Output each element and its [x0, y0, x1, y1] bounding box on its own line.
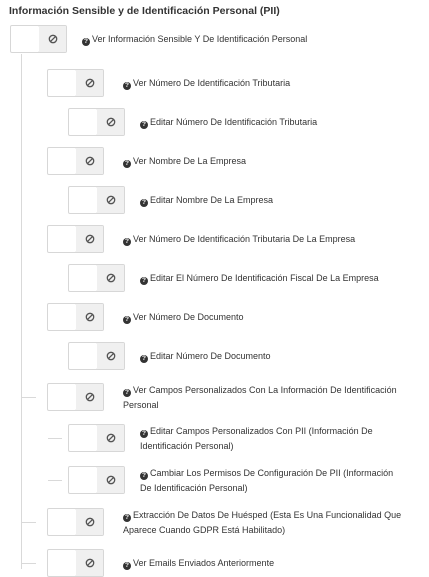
ban-icon [106, 117, 115, 127]
question-circle-icon: ? [140, 430, 148, 438]
permission-label: ? Ver Emails Enviados Anteriormente [123, 558, 275, 570]
toggle-knob [69, 187, 98, 213]
permission-label: ? Extracción De Datos De Huésped (Esta Es… [123, 510, 402, 535]
toggle-off-state [97, 467, 124, 493]
question-circle-icon: ? [123, 82, 131, 90]
toggle-off-state [39, 26, 66, 52]
question-circle-icon: ? [82, 38, 90, 46]
question-circle-icon: ? [123, 160, 131, 168]
toggle-knob [48, 384, 77, 410]
toggle-knob [69, 425, 98, 451]
toggle-ver-nit-empresa[interactable] [47, 225, 104, 253]
ban-icon [85, 392, 94, 402]
ban-icon [85, 234, 94, 244]
tree-branch [48, 438, 62, 439]
ban-icon [106, 195, 115, 205]
toggle-off-state [97, 109, 124, 135]
toggle-knob [69, 265, 98, 291]
question-circle-icon: ? [140, 121, 148, 129]
toggle-off-state [76, 304, 103, 330]
toggle-ver-numero-documento[interactable] [47, 303, 104, 331]
ban-icon [106, 475, 115, 485]
toggle-knob [69, 109, 98, 135]
toggle-knob [48, 226, 77, 252]
ban-icon [106, 433, 115, 443]
permission-label: ? Ver Número De Identificación Tributaria… [123, 234, 356, 246]
ban-icon [85, 517, 94, 527]
permission-label: ? Ver Número De Documento [123, 312, 244, 324]
toggle-knob [69, 343, 98, 369]
toggle-ver-nombre-empresa[interactable] [47, 147, 104, 175]
question-circle-icon: ? [123, 389, 131, 397]
toggle-editar-numero-documento[interactable] [68, 342, 125, 370]
ban-icon [106, 273, 115, 283]
toggle-editar-nombre-empresa[interactable] [68, 186, 125, 214]
toggle-knob [11, 26, 40, 52]
tree-branch [22, 563, 36, 564]
ban-icon [85, 156, 94, 166]
toggle-editar-campos-personalizados-pii[interactable] [68, 424, 125, 452]
tree-branch [48, 480, 62, 481]
question-circle-icon: ? [140, 199, 148, 207]
ban-icon [85, 78, 94, 88]
permission-label: ? Ver Nombre De La Empresa [123, 156, 247, 168]
toggle-ver-informacion-sensible[interactable] [10, 25, 67, 53]
toggle-knob [48, 304, 77, 330]
toggle-knob [69, 467, 98, 493]
permission-label: ? Cambiar Los Permisos De Configuración D… [140, 468, 394, 493]
question-circle-icon: ? [123, 514, 131, 522]
question-circle-icon: ? [140, 277, 148, 285]
toggle-off-state [97, 265, 124, 291]
ban-icon [106, 351, 115, 361]
toggle-off-state [76, 148, 103, 174]
toggle-off-state [97, 425, 124, 451]
toggle-knob [48, 509, 77, 535]
toggle-editar-nif-empresa[interactable] [68, 264, 125, 292]
toggle-editar-numero-identificacion-tributaria[interactable] [68, 108, 125, 136]
question-circle-icon: ? [140, 472, 148, 480]
permission-label: ? Editar Nombre De La Empresa [140, 195, 274, 207]
permission-label: ? Editar Número De Documento [140, 351, 271, 363]
section-title: Información Sensible y de Identificación… [9, 5, 280, 17]
toggle-off-state [76, 70, 103, 96]
toggle-off-state [97, 343, 124, 369]
question-circle-icon: ? [123, 238, 131, 246]
toggle-knob [48, 70, 77, 96]
toggle-knob [48, 550, 77, 576]
permission-label: ? Ver Número De Identificación Tributaria [123, 78, 291, 90]
permission-label: ? Ver Campos Personalizados Con La Inform… [123, 385, 397, 410]
question-circle-icon: ? [123, 316, 131, 324]
toggle-knob [48, 148, 77, 174]
tree-branch [22, 522, 36, 523]
toggle-ver-campos-personalizados-pii[interactable] [47, 383, 104, 411]
toggle-off-state [76, 550, 103, 576]
toggle-off-state [76, 509, 103, 535]
toggle-ver-emails-enviados[interactable] [47, 549, 104, 577]
toggle-off-state [97, 187, 124, 213]
question-circle-icon: ? [140, 355, 148, 363]
ban-icon [85, 558, 94, 568]
ban-icon [85, 312, 94, 322]
toggle-off-state [76, 226, 103, 252]
toggle-cambiar-permisos-configuracion-pii[interactable] [68, 466, 125, 494]
toggle-off-state [76, 384, 103, 410]
permission-label: ? Editar Campos Personalizados Con PII (I… [140, 426, 373, 451]
permission-label: ? Editar Número De Identificación Tributa… [140, 117, 318, 129]
tree-branch [22, 397, 36, 398]
permission-label: ? Ver Información Sensible Y De Identific… [82, 34, 308, 46]
permission-label: ? Editar El Número De Identificación Fisc… [140, 273, 379, 285]
ban-icon [48, 34, 57, 44]
toggle-extraccion-datos-huesped[interactable] [47, 508, 104, 536]
tree-connector [21, 54, 22, 569]
toggle-ver-numero-identificacion-tributaria[interactable] [47, 69, 104, 97]
